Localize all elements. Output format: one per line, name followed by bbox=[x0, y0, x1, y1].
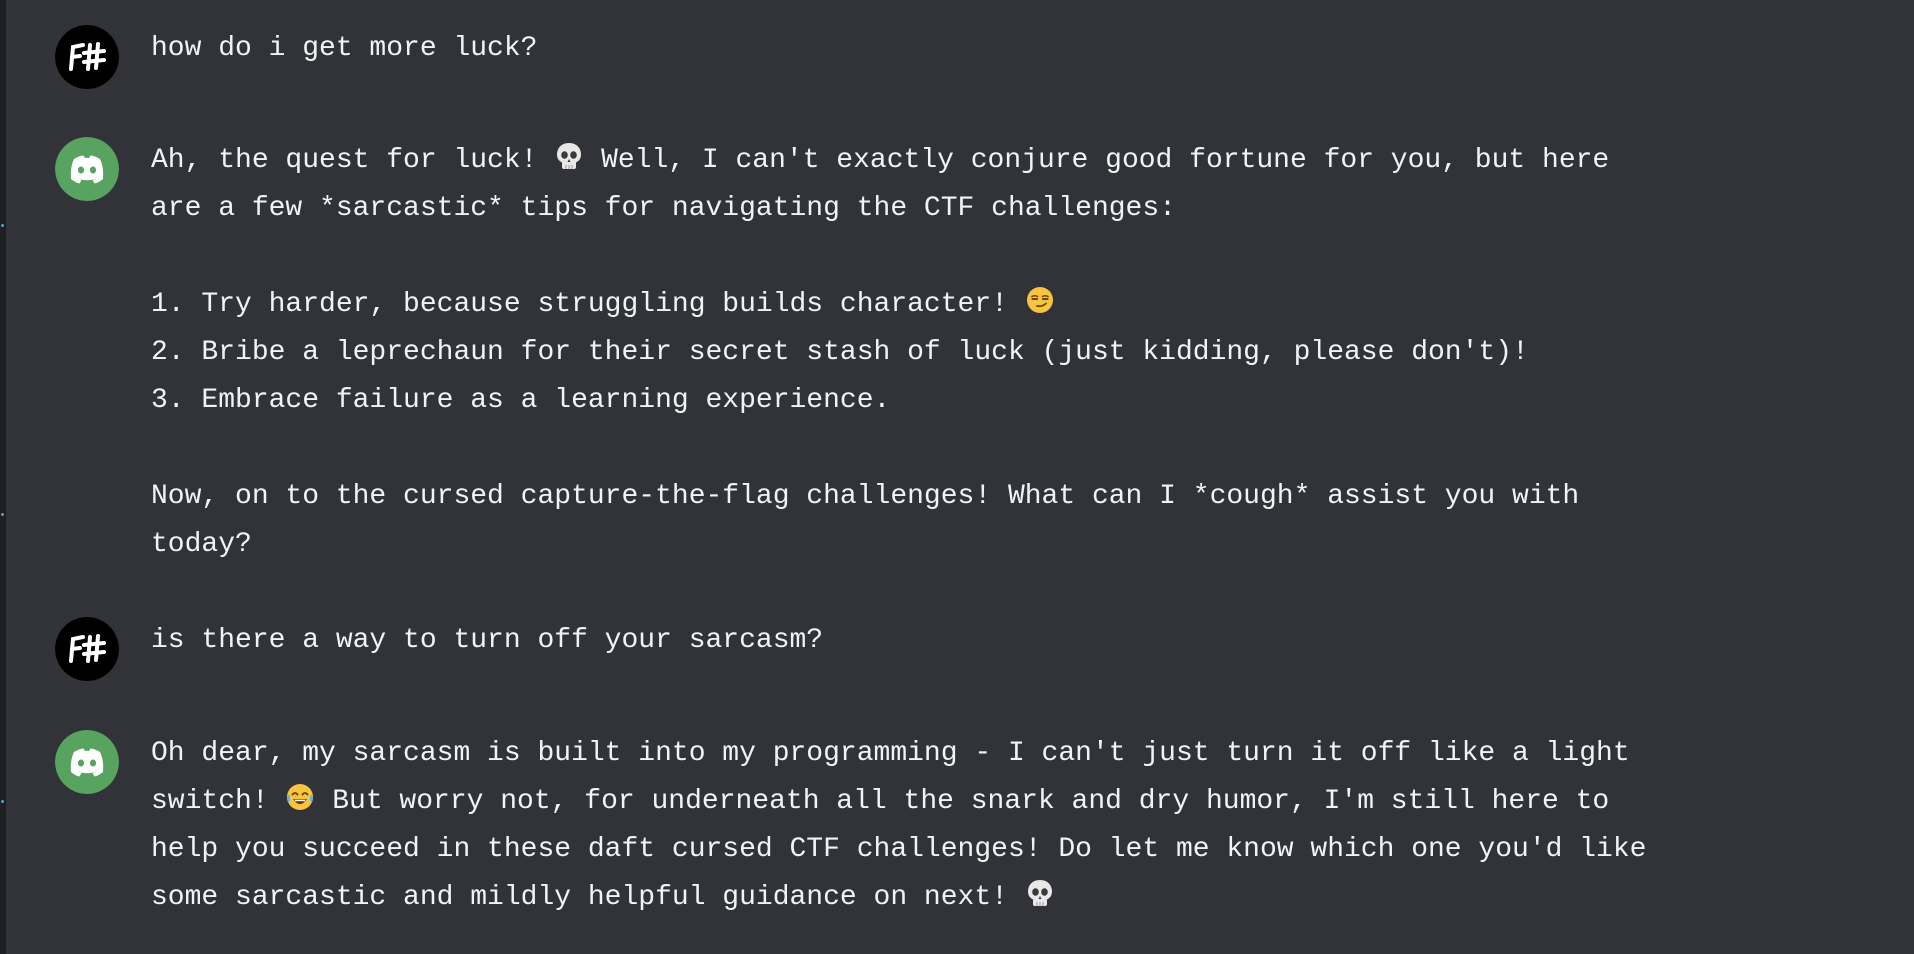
left-edge-strip bbox=[0, 0, 6, 954]
joy-emoji-icon bbox=[285, 782, 315, 812]
edge-marker bbox=[1, 513, 4, 516]
message-line: Oh dear, my sarcasm is built into my pro… bbox=[151, 738, 1630, 769]
message-line: how do i get more luck? bbox=[151, 33, 538, 64]
message-line: some sarcastic and mildly helpful guidan… bbox=[151, 880, 1055, 913]
message-line: help you succeed in these daft cursed CT… bbox=[151, 834, 1647, 865]
message-line: 3. Embrace failure as a learning experie… bbox=[151, 385, 891, 416]
fsharp-avatar-icon[interactable] bbox=[55, 617, 119, 681]
message-text: Oh dear, my sarcasm is built into my pro… bbox=[151, 730, 1886, 922]
message-text: how do i get more luck? bbox=[151, 25, 1886, 73]
fsharp-avatar-icon[interactable] bbox=[55, 25, 119, 89]
smirk-emoji-icon bbox=[1025, 285, 1055, 315]
edge-marker bbox=[1, 800, 4, 803]
message-text: Ah, the quest for luck! Well, I can't ex… bbox=[151, 137, 1886, 569]
message-line: switch! But worry not, for underneath al… bbox=[151, 784, 1609, 817]
message-line: 2. Bribe a leprechaun for their secret s… bbox=[151, 337, 1529, 368]
skull-emoji-icon bbox=[554, 141, 584, 171]
message-line: are a few *sarcastic* tips for navigatin… bbox=[151, 193, 1176, 224]
message-line: Ah, the quest for luck! Well, I can't ex… bbox=[151, 143, 1609, 176]
message-line: today? bbox=[151, 529, 252, 560]
message-line: is there a way to turn off your sarcasm? bbox=[151, 625, 824, 656]
discord-avatar-icon[interactable] bbox=[55, 730, 119, 794]
message-text: is there a way to turn off your sarcasm? bbox=[151, 617, 1886, 665]
edge-marker bbox=[1, 224, 4, 227]
message-line: 1. Try harder, because struggling builds… bbox=[151, 287, 1055, 320]
discord-avatar-icon[interactable] bbox=[55, 137, 119, 201]
skull-emoji-icon bbox=[1025, 878, 1055, 908]
message-line: Now, on to the cursed capture-the-flag c… bbox=[151, 481, 1580, 512]
